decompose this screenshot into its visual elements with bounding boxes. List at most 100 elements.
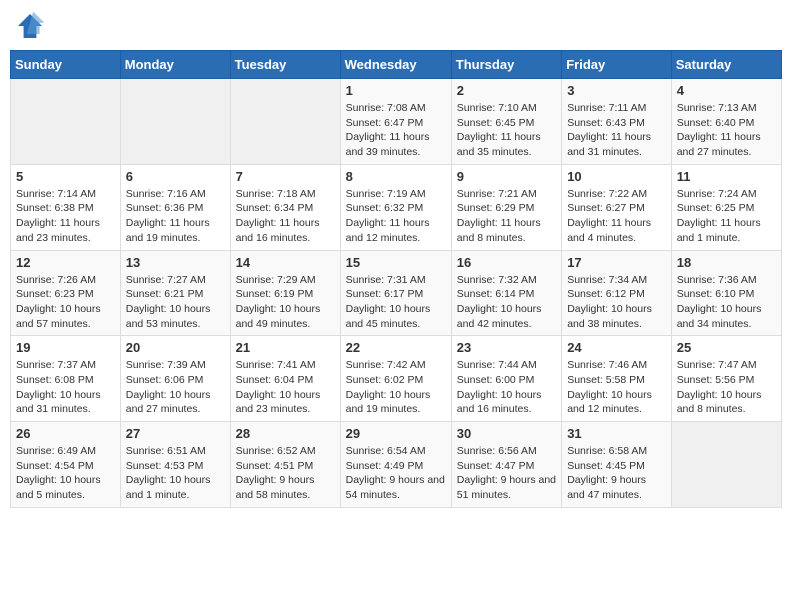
cell-details: Sunrise: 7:31 AMSunset: 6:17 PMDaylight:… — [346, 273, 446, 332]
day-header-saturday: Saturday — [671, 51, 781, 79]
day-number: 20 — [126, 340, 225, 355]
calendar-cell: 22 Sunrise: 7:42 AMSunset: 6:02 PMDayligh… — [340, 336, 451, 422]
cell-details: Sunrise: 7:39 AMSunset: 6:06 PMDaylight:… — [126, 358, 225, 417]
day-number: 22 — [346, 340, 446, 355]
calendar-cell: 18Sunrise: 7:36 AMSunset: 6:10 PMDayligh… — [671, 250, 781, 336]
day-number: 21 — [236, 340, 335, 355]
day-number: 4 — [677, 83, 776, 98]
cell-details: Sunrise: 7:11 AMSunset: 6:43 PMDaylight:… — [567, 101, 666, 160]
cell-details: Sunrise: 7:19 AMSunset: 6:32 PMDaylight:… — [346, 187, 446, 246]
day-number: 12 — [16, 255, 115, 270]
cell-details: Sunrise: 6:54 AMSunset: 4:49 PMDaylight:… — [346, 444, 446, 503]
calendar-week-row: 1Sunrise: 7:08 AMSunset: 6:47 PMDaylight… — [11, 79, 782, 165]
calendar-cell: 2 Sunrise: 7:10 AMSunset: 6:45 PMDaylight… — [451, 79, 561, 165]
cell-details: Sunrise: 7:24 AMSunset: 6:25 PMDaylight:… — [677, 187, 776, 246]
calendar-cell: 5Sunrise: 7:14 AMSunset: 6:38 PMDaylight… — [11, 164, 121, 250]
day-header-wednesday: Wednesday — [340, 51, 451, 79]
calendar-week-row: 12 Sunrise: 7:26 AMSunset: 6:23 PMDayligh… — [11, 250, 782, 336]
cell-details: Sunrise: 7:16 AMSunset: 6:36 PMDaylight:… — [126, 187, 225, 246]
day-number: 29 — [346, 426, 446, 441]
cell-details: Sunrise: 7:18 AMSunset: 6:34 PMDaylight:… — [236, 187, 335, 246]
cell-details: Sunrise: 7:46 AMSunset: 5:58 PMDaylight:… — [567, 358, 666, 417]
calendar-cell: 6 Sunrise: 7:16 AMSunset: 6:36 PMDaylight… — [120, 164, 230, 250]
cell-details: Sunrise: 7:27 AMSunset: 6:21 PMDaylight:… — [126, 273, 225, 332]
day-number: 7 — [236, 169, 335, 184]
calendar-cell: 23 Sunrise: 7:44 AMSunset: 6:00 PMDayligh… — [451, 336, 561, 422]
day-number: 23 — [457, 340, 556, 355]
cell-details: Sunrise: 6:56 AMSunset: 4:47 PMDaylight:… — [457, 444, 556, 503]
calendar-cell — [671, 422, 781, 508]
day-number: 6 — [126, 169, 225, 184]
day-number: 25 — [677, 340, 776, 355]
cell-details: Sunrise: 7:29 AMSunset: 6:19 PMDaylight:… — [236, 273, 335, 332]
day-number: 30 — [457, 426, 556, 441]
calendar-cell: 19 Sunrise: 7:37 AMSunset: 6:08 PMDayligh… — [11, 336, 121, 422]
calendar-cell: 11 Sunrise: 7:24 AMSunset: 6:25 PMDayligh… — [671, 164, 781, 250]
day-number: 16 — [457, 255, 556, 270]
day-header-sunday: Sunday — [11, 51, 121, 79]
cell-details: Sunrise: 7:41 AMSunset: 6:04 PMDaylight:… — [236, 358, 335, 417]
calendar-cell: 31 Sunrise: 6:58 AMSunset: 4:45 PMDayligh… — [562, 422, 672, 508]
cell-details: Sunrise: 7:32 AMSunset: 6:14 PMDaylight:… — [457, 273, 556, 332]
calendar-cell — [120, 79, 230, 165]
logo-icon — [14, 10, 46, 42]
day-number: 19 — [16, 340, 115, 355]
calendar-cell: 15Sunrise: 7:31 AMSunset: 6:17 PMDayligh… — [340, 250, 451, 336]
calendar-cell: 12 Sunrise: 7:26 AMSunset: 6:23 PMDayligh… — [11, 250, 121, 336]
cell-details: Sunrise: 7:37 AMSunset: 6:08 PMDaylight:… — [16, 358, 115, 417]
calendar-cell: 13 Sunrise: 7:27 AMSunset: 6:21 PMDayligh… — [120, 250, 230, 336]
cell-details: Sunrise: 6:51 AMSunset: 4:53 PMDaylight:… — [126, 444, 225, 503]
cell-details: Sunrise: 7:10 AMSunset: 6:45 PMDaylight:… — [457, 101, 556, 160]
day-number: 18 — [677, 255, 776, 270]
calendar-cell: 1Sunrise: 7:08 AMSunset: 6:47 PMDaylight… — [340, 79, 451, 165]
calendar-cell: 28 Sunrise: 6:52 AMSunset: 4:51 PMDayligh… — [230, 422, 340, 508]
day-number: 31 — [567, 426, 666, 441]
day-number: 28 — [236, 426, 335, 441]
day-number: 26 — [16, 426, 115, 441]
calendar-cell: 8Sunrise: 7:19 AMSunset: 6:32 PMDaylight… — [340, 164, 451, 250]
calendar-cell: 26Sunrise: 6:49 AMSunset: 4:54 PMDayligh… — [11, 422, 121, 508]
day-number: 14 — [236, 255, 335, 270]
calendar-table: SundayMondayTuesdayWednesdayThursdayFrid… — [10, 50, 782, 508]
calendar-cell: 3 Sunrise: 7:11 AMSunset: 6:43 PMDaylight… — [562, 79, 672, 165]
cell-details: Sunrise: 7:44 AMSunset: 6:00 PMDaylight:… — [457, 358, 556, 417]
calendar-cell — [230, 79, 340, 165]
calendar-header-row: SundayMondayTuesdayWednesdayThursdayFrid… — [11, 51, 782, 79]
day-number: 13 — [126, 255, 225, 270]
cell-details: Sunrise: 7:26 AMSunset: 6:23 PMDaylight:… — [16, 273, 115, 332]
calendar-cell: 16 Sunrise: 7:32 AMSunset: 6:14 PMDayligh… — [451, 250, 561, 336]
calendar-cell: 10 Sunrise: 7:22 AMSunset: 6:27 PMDayligh… — [562, 164, 672, 250]
cell-details: Sunrise: 7:13 AMSunset: 6:40 PMDaylight:… — [677, 101, 776, 160]
calendar-cell: 4 Sunrise: 7:13 AMSunset: 6:40 PMDaylight… — [671, 79, 781, 165]
cell-details: Sunrise: 6:52 AMSunset: 4:51 PMDaylight:… — [236, 444, 335, 503]
calendar-cell: 29 Sunrise: 6:54 AMSunset: 4:49 PMDayligh… — [340, 422, 451, 508]
calendar-cell: 24 Sunrise: 7:46 AMSunset: 5:58 PMDayligh… — [562, 336, 672, 422]
calendar-cell: 27 Sunrise: 6:51 AMSunset: 4:53 PMDayligh… — [120, 422, 230, 508]
day-header-friday: Friday — [562, 51, 672, 79]
day-number: 11 — [677, 169, 776, 184]
day-number: 10 — [567, 169, 666, 184]
day-number: 2 — [457, 83, 556, 98]
day-number: 3 — [567, 83, 666, 98]
cell-details: Sunrise: 7:22 AMSunset: 6:27 PMDaylight:… — [567, 187, 666, 246]
calendar-cell: 17Sunrise: 7:34 AMSunset: 6:12 PMDayligh… — [562, 250, 672, 336]
day-header-thursday: Thursday — [451, 51, 561, 79]
calendar-cell — [11, 79, 121, 165]
cell-details: Sunrise: 7:42 AMSunset: 6:02 PMDaylight:… — [346, 358, 446, 417]
cell-details: Sunrise: 7:08 AMSunset: 6:47 PMDaylight:… — [346, 101, 446, 160]
day-number: 5 — [16, 169, 115, 184]
day-number: 24 — [567, 340, 666, 355]
cell-details: Sunrise: 7:47 AMSunset: 5:56 PMDaylight:… — [677, 358, 776, 417]
calendar-cell: 20 Sunrise: 7:39 AMSunset: 6:06 PMDayligh… — [120, 336, 230, 422]
calendar-cell: 30 Sunrise: 6:56 AMSunset: 4:47 PMDayligh… — [451, 422, 561, 508]
calendar-week-row: 19 Sunrise: 7:37 AMSunset: 6:08 PMDayligh… — [11, 336, 782, 422]
day-number: 27 — [126, 426, 225, 441]
calendar-cell: 9Sunrise: 7:21 AMSunset: 6:29 PMDaylight… — [451, 164, 561, 250]
calendar-cell: 21 Sunrise: 7:41 AMSunset: 6:04 PMDayligh… — [230, 336, 340, 422]
cell-details: Sunrise: 6:58 AMSunset: 4:45 PMDaylight:… — [567, 444, 666, 503]
day-header-monday: Monday — [120, 51, 230, 79]
page-header — [10, 10, 782, 42]
day-number: 9 — [457, 169, 556, 184]
logo — [14, 10, 50, 42]
calendar-week-row: 26Sunrise: 6:49 AMSunset: 4:54 PMDayligh… — [11, 422, 782, 508]
